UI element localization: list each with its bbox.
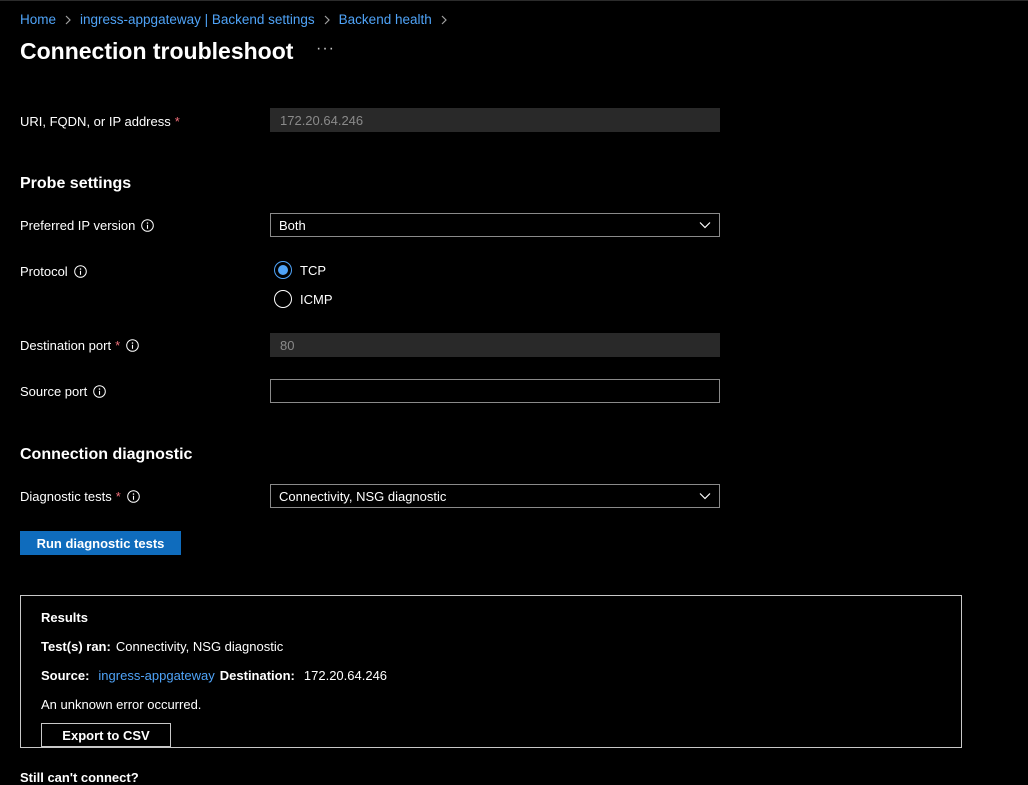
source-link[interactable]: ingress-appgateway xyxy=(98,668,214,683)
required-mark: * xyxy=(174,114,180,129)
source-port-label-text: Source port xyxy=(20,384,88,399)
protocol-label-text: Protocol xyxy=(20,264,68,279)
radio-button[interactable] xyxy=(274,290,292,308)
destination-port-label: Destination port * xyxy=(20,338,139,353)
ip-version-select[interactable]: Both xyxy=(270,213,720,237)
info-icon[interactable] xyxy=(141,219,155,232)
more-icon[interactable]: ··· xyxy=(316,40,335,58)
protocol-radio-icmp[interactable]: ICMP xyxy=(274,290,333,308)
destination-port-input[interactable] xyxy=(270,333,720,357)
breadcrumb: Home ingress-appgateway | Backend settin… xyxy=(20,12,456,27)
diagnostic-tests-label: Diagnostic tests * xyxy=(20,489,140,504)
target-label-text: URI, FQDN, or IP address xyxy=(20,114,171,129)
destination-label: Destination: xyxy=(219,668,295,683)
diagnostic-tests-select[interactable]: Connectivity, NSG diagnostic xyxy=(270,484,720,508)
source-port-label: Source port xyxy=(20,384,107,399)
chevron-right-icon xyxy=(323,15,331,25)
diagnostic-tests-label-text: Diagnostic tests xyxy=(20,489,112,504)
ip-version-label-text: Preferred IP version xyxy=(20,218,136,233)
breadcrumb-backend-health[interactable]: Backend health xyxy=(339,12,432,27)
target-input[interactable] xyxy=(270,108,720,132)
info-icon[interactable] xyxy=(73,265,87,278)
info-icon[interactable] xyxy=(127,490,140,503)
chevron-right-icon xyxy=(440,15,448,25)
breadcrumb-home[interactable]: Home xyxy=(20,12,56,27)
info-icon[interactable] xyxy=(93,385,107,398)
connection-diagnostic-title: Connection diagnostic xyxy=(20,446,193,463)
destination-port-label-text: Destination port xyxy=(20,338,112,353)
source-port-input[interactable] xyxy=(270,379,720,403)
run-diagnostic-tests-button[interactable]: Run diagnostic tests xyxy=(20,531,181,555)
ip-version-value: Both xyxy=(279,217,306,233)
source-label: Source: xyxy=(41,668,90,683)
breadcrumb-backend-settings[interactable]: ingress-appgateway | Backend settings xyxy=(80,12,315,27)
results-title: Results xyxy=(41,610,88,625)
top-border xyxy=(0,0,1028,1)
protocol-option-label: ICMP xyxy=(300,291,333,307)
tests-ran-value: Connectivity, NSG diagnostic xyxy=(115,639,284,654)
protocol-option-label: TCP xyxy=(300,262,326,278)
error-message: An unknown error occurred. xyxy=(41,697,202,712)
tests-ran-line: Test(s) ran: Connectivity, NSG diagnosti… xyxy=(41,639,283,654)
destination-value: 172.20.64.246 xyxy=(303,668,388,683)
chevron-down-icon xyxy=(699,492,711,500)
probe-settings-title: Probe settings xyxy=(20,175,132,192)
info-icon[interactable] xyxy=(126,339,139,352)
source-destination-line: Source: ingress-appgateway Destination: … xyxy=(41,668,387,683)
chevron-down-icon xyxy=(699,221,711,229)
protocol-radio-tcp[interactable]: TCP xyxy=(274,261,326,279)
required-mark: * xyxy=(115,338,121,353)
still-cant-connect-heading: Still can't connect? xyxy=(20,770,139,785)
results-panel: Results Test(s) ran: Connectivity, NSG d… xyxy=(20,595,962,748)
radio-button-checked[interactable] xyxy=(274,261,292,279)
ip-version-label: Preferred IP version xyxy=(20,218,155,233)
diagnostic-tests-value: Connectivity, NSG diagnostic xyxy=(279,488,447,504)
required-mark: * xyxy=(115,489,121,504)
chevron-right-icon xyxy=(64,15,72,25)
target-label: URI, FQDN, or IP address * xyxy=(20,114,180,129)
export-to-csv-button[interactable]: Export to CSV xyxy=(41,723,171,747)
page-title: Connection troubleshoot xyxy=(20,38,294,64)
protocol-label: Protocol xyxy=(20,264,87,279)
tests-ran-label: Test(s) ran: xyxy=(41,639,111,654)
